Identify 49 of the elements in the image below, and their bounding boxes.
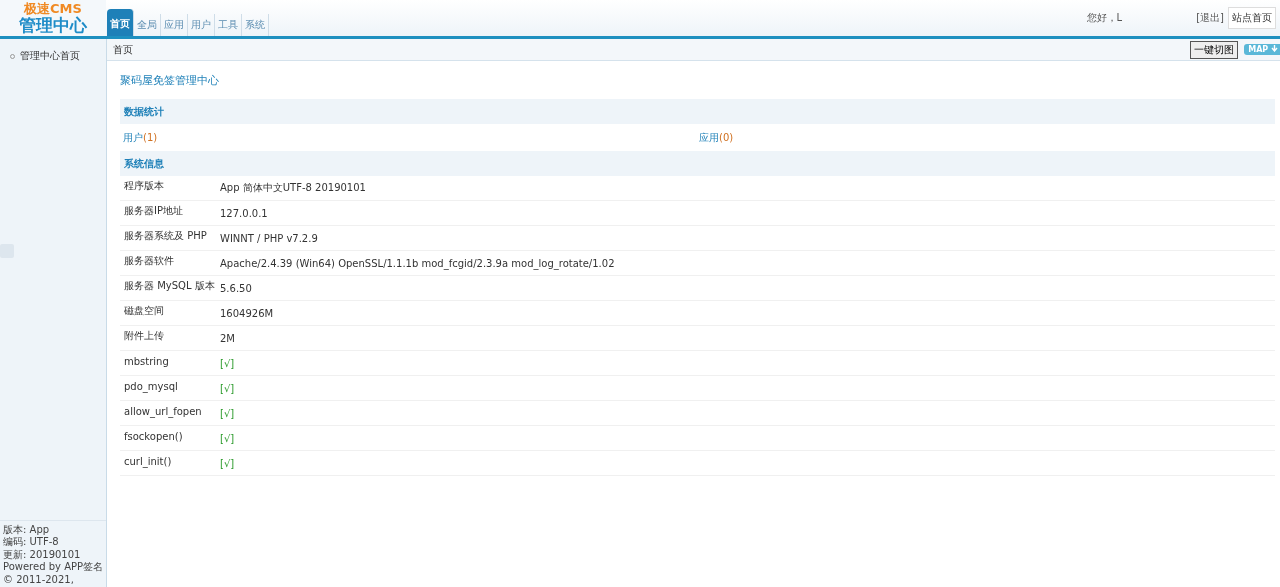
stat-link[interactable]: 用户(1): [123, 130, 699, 145]
check-status: [√]: [220, 357, 235, 369]
nav-tab[interactable]: 用户: [188, 14, 215, 36]
footer-text: 更新: 20190101: [3, 548, 82, 561]
section-title: 数据统计: [124, 104, 164, 119]
sidebar-item[interactable]: 管理中心首页: [10, 49, 106, 63]
nav-tab[interactable]: 工具: [215, 14, 242, 36]
info-value: 1604926M: [220, 307, 274, 319]
check-status: [√]: [220, 432, 235, 444]
footer-text: Powered by APP签名: [3, 561, 103, 574]
info-label: fsockopen(): [123, 430, 184, 442]
check-status: [√]: [220, 407, 235, 419]
slice-button[interactable]: 一键切图: [1190, 40, 1239, 59]
info-value: 2M: [220, 332, 235, 344]
info-value: WINNT / PHP v7.2.9: [220, 232, 318, 244]
map-button[interactable]: MAP: [1244, 44, 1280, 55]
info-label: pdo_mysql: [123, 380, 179, 392]
greeting-text: 您好，L: [1086, 11, 1123, 25]
info-label: curl_init(): [123, 455, 173, 467]
info-label: 服务器 MySQL 版本: [123, 279, 216, 293]
info-label: 程序版本: [123, 179, 165, 193]
info-value: 5.6.50: [220, 282, 252, 294]
section-title: 系统信息: [124, 156, 164, 171]
nav-tab[interactable]: 系统: [242, 14, 269, 36]
info-label: mbstring: [123, 355, 170, 367]
info-label: 附件上传: [123, 329, 165, 343]
info-value: Apache/2.4.39 (Win64) OpenSSL/1.1.1b mod_fcgid/2.3.9a mod_log_rotate/1.02: [220, 257, 615, 269]
info-value: 127.0.0.1: [220, 207, 268, 219]
page-title: 聚码屋免签管理中心: [120, 73, 220, 89]
nav-tab[interactable]: 首页: [107, 9, 134, 36]
footer-text: © 2011-2021,: [3, 573, 75, 586]
info-label: allow_url_fopen: [123, 405, 203, 417]
logo-text: 极速CMS: [24, 1, 82, 16]
footer-text: 编码: UTF-8: [3, 536, 60, 549]
info-label: 服务器软件: [123, 254, 175, 268]
logo-subtitle: 管理中心: [19, 16, 87, 35]
site-home-button[interactable]: 站点首页: [1228, 7, 1276, 29]
check-status: [√]: [220, 457, 235, 469]
info-label: 服务器系统及 PHP: [123, 229, 208, 243]
nav-tab[interactable]: 全局: [134, 14, 161, 36]
breadcrumb: 首页: [113, 42, 133, 57]
info-label: 磁盘空间: [123, 304, 165, 318]
info-label: 服务器IP地址: [123, 204, 184, 218]
logout-link[interactable]: [退出]: [1196, 11, 1224, 25]
footer-text: 版本: App: [3, 523, 51, 536]
nav-tab[interactable]: 应用: [161, 14, 188, 36]
info-value: App 简体中文UTF-8 20190101: [220, 181, 366, 195]
check-status: [√]: [220, 382, 235, 394]
stat-link[interactable]: 应用(0): [699, 130, 1275, 145]
